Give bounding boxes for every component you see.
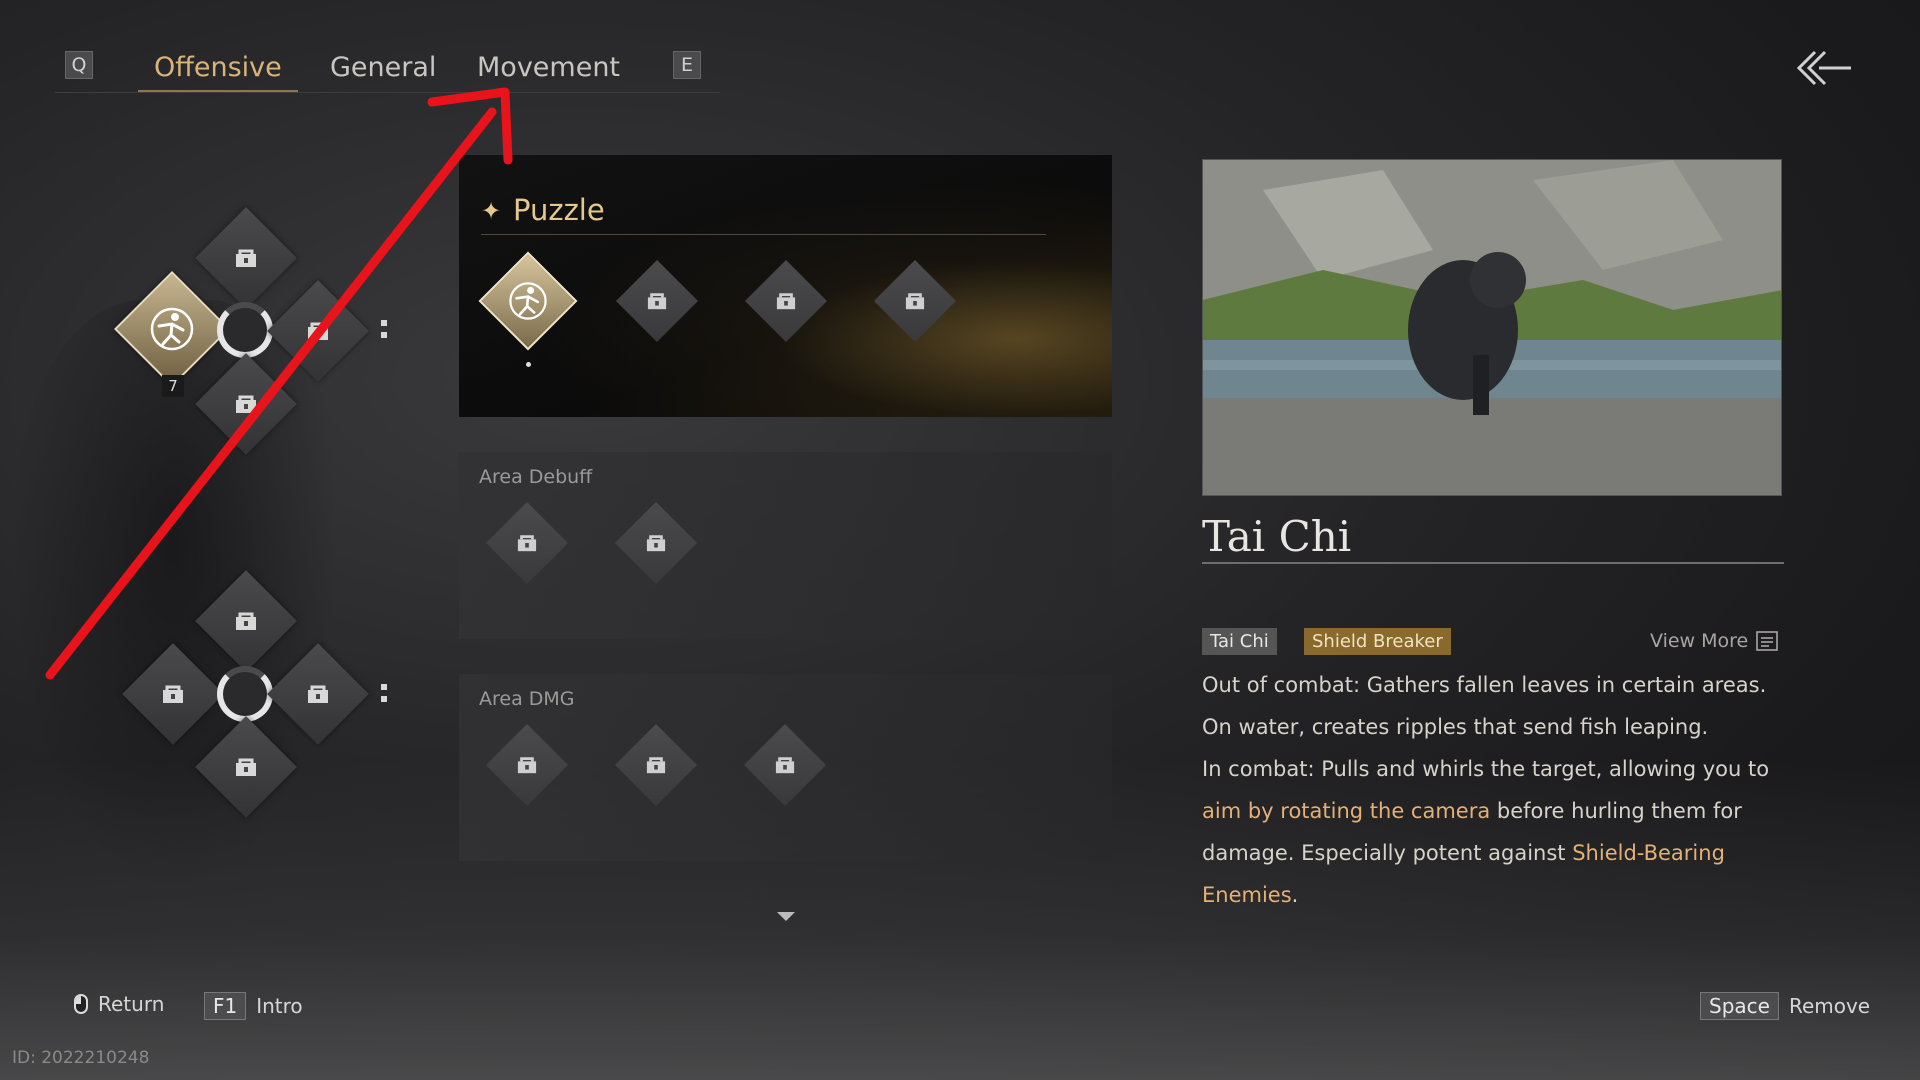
lock-icon [905, 293, 925, 310]
lock-icon [647, 293, 667, 310]
hint-return-label: Return [98, 992, 165, 1016]
lock-icon [163, 685, 183, 703]
hint-remove[interactable]: Space Remove [1700, 992, 1870, 1020]
prev-tab-key[interactable]: Q [65, 51, 93, 79]
lock-icon [646, 535, 666, 552]
lock-icon [517, 757, 537, 774]
scroll-down-chevron-icon[interactable] [777, 912, 795, 921]
highlight-shield-bearing: Shield-Bearing [1572, 841, 1725, 865]
puzzle-section: ✦ Puzzle [459, 155, 1112, 417]
wheel2-page-dots [381, 684, 387, 708]
desc-line: Out of combat: Gathers fallen leaves in … [1202, 673, 1767, 697]
lock-icon [236, 612, 256, 630]
lock-icon [308, 322, 328, 340]
lock-icon [308, 685, 328, 703]
lock-icon [236, 395, 256, 413]
lock-icon [517, 535, 537, 552]
f1-key: F1 [204, 992, 247, 1020]
equipped-count-badge: 7 [162, 375, 184, 397]
puzzle-section-title: Puzzle [513, 193, 605, 227]
category-tabbar: Q Offensive General Movement E [55, 44, 720, 93]
wheel1-slot-top[interactable] [195, 207, 297, 309]
highlight-enemies: Enemies [1202, 883, 1292, 907]
skill-preview-image [1202, 159, 1782, 496]
puzzle-slot-locked[interactable] [615, 259, 699, 343]
lock-icon [776, 293, 796, 310]
wheel1-center-ring [217, 302, 273, 358]
desc-line: damage. Especially potent against Shield… [1202, 832, 1782, 874]
hint-return[interactable]: Return [74, 992, 164, 1016]
desc-text: before hurling them for [1490, 799, 1742, 823]
lock-icon [646, 757, 666, 774]
tai-chi-figure-icon [509, 282, 547, 320]
skill-name-title: Tai Chi [1202, 512, 1352, 561]
lock-icon [236, 249, 256, 267]
area-debuff-slot-locked[interactable] [485, 501, 569, 585]
area-dmg-section: Area DMG [459, 674, 1112, 861]
space-key: Space [1700, 992, 1779, 1020]
tab-movement[interactable]: Movement [477, 52, 620, 83]
lock-icon [236, 758, 256, 776]
active-tab-indicator [138, 90, 298, 92]
puzzle-skill-tai-chi[interactable] [478, 251, 578, 351]
hint-intro[interactable]: F1 Intro [204, 992, 303, 1020]
section-divider [481, 234, 1046, 235]
desc-line: In combat: Pulls and whirls the target, … [1202, 757, 1770, 781]
list-icon [1756, 631, 1779, 651]
wheel2-center-ring [217, 666, 273, 722]
tai-chi-figure-icon [150, 307, 194, 351]
area-dmg-slot-locked[interactable] [743, 723, 827, 807]
tab-general[interactable]: General [330, 52, 436, 83]
desc-text: damage. Especially potent against [1202, 841, 1573, 865]
mouse-icon [74, 994, 88, 1014]
area-dmg-title: Area DMG [479, 688, 575, 710]
view-more-label: View More [1650, 630, 1749, 652]
desc-text: . [1291, 883, 1299, 907]
area-dmg-slot-locked[interactable] [614, 723, 698, 807]
player-id: ID: 2022210248 [12, 1048, 150, 1068]
back-arrow-icon[interactable] [1795, 46, 1853, 90]
view-more-button[interactable]: View More [1650, 630, 1779, 652]
title-divider [1202, 562, 1784, 564]
puzzle-slot-locked[interactable] [873, 259, 957, 343]
hint-remove-label: Remove [1788, 994, 1871, 1018]
area-debuff-section: Area Debuff [459, 452, 1112, 639]
tag-tai-chi: Tai Chi [1202, 628, 1277, 655]
desc-line: aim by rotating the camera before hurlin… [1202, 790, 1782, 832]
sparkle-icon: ✦ [481, 197, 502, 225]
area-debuff-slot-locked[interactable] [614, 501, 698, 585]
preview-scene [1203, 160, 1781, 495]
skill-description: Out of combat: Gathers fallen leaves in … [1202, 664, 1782, 916]
desc-line: On water, creates ripples that send fish… [1202, 715, 1709, 739]
desc-line: Enemies. [1202, 874, 1782, 916]
puzzle-slot-locked[interactable] [744, 259, 828, 343]
area-dmg-slot-locked[interactable] [485, 723, 569, 807]
area-debuff-title: Area Debuff [479, 466, 593, 488]
wheel1-page-dots [381, 320, 387, 344]
highlight-aim-camera: aim by rotating the camera [1202, 799, 1491, 823]
tab-offensive[interactable]: Offensive [154, 52, 282, 83]
hint-intro-label: Intro [256, 994, 303, 1018]
selected-indicator-dot [526, 362, 531, 367]
next-tab-key[interactable]: E [673, 51, 701, 79]
tag-shield-breaker: Shield Breaker [1304, 628, 1451, 655]
lock-icon [775, 757, 795, 774]
